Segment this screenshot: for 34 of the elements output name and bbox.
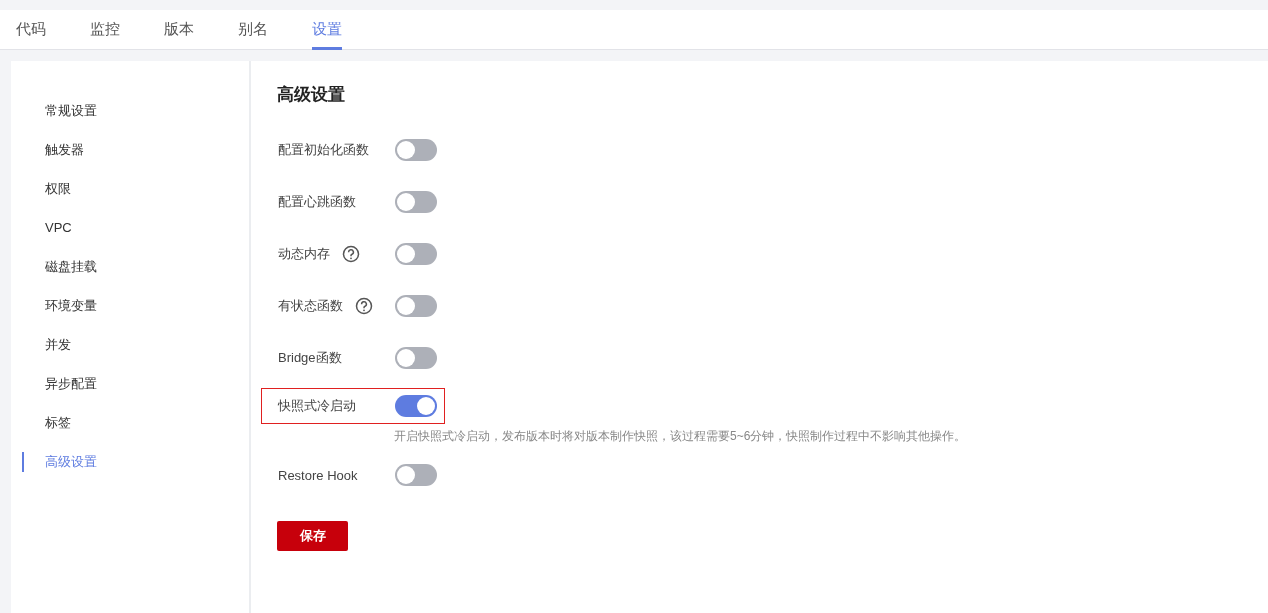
setting-description: 开启快照式冷启动，发布版本时将对版本制作快照，该过程需要5~6分钟，快照制作过程中不影响其他操作。 [394, 428, 967, 445]
setting-label: 有状态函数 [278, 297, 343, 315]
sidebar-item[interactable]: 权限 [22, 169, 71, 208]
tab[interactable]: 代码 [16, 10, 46, 50]
tab[interactable]: 版本 [164, 10, 194, 50]
sidebar-item[interactable]: 触发器 [22, 130, 84, 169]
toggle-switch[interactable] [395, 464, 437, 486]
sidebar-item[interactable]: VPC [22, 208, 72, 247]
sidebar-item[interactable]: 并发 [22, 325, 71, 364]
section-title: 高级设置 [277, 84, 346, 106]
sidebar-item[interactable]: 高级设置 [22, 452, 97, 472]
sidebar-item[interactable]: 环境变量 [22, 286, 97, 325]
setting-label: Restore Hook [278, 467, 358, 483]
toggle-switch[interactable] [395, 395, 437, 417]
setting-label: 快照式冷启动 [278, 397, 356, 415]
help-icon[interactable] [342, 245, 360, 263]
toggle-switch[interactable] [395, 191, 437, 213]
tab[interactable]: 别名 [238, 10, 268, 50]
help-icon[interactable] [355, 297, 373, 315]
tab[interactable]: 设置 [312, 10, 342, 50]
sidebar-item[interactable]: 异步配置 [22, 364, 97, 403]
setting-label: 配置初始化函数 [278, 141, 369, 159]
tab[interactable]: 监控 [90, 10, 120, 50]
sidebar-item[interactable]: 磁盘挂载 [22, 247, 97, 286]
setting-label: 配置心跳函数 [278, 193, 356, 211]
sidebar-item[interactable]: 标签 [22, 403, 71, 442]
save-button[interactable]: 保存 [277, 521, 348, 551]
setting-label: Bridge函数 [278, 349, 342, 367]
toggle-switch[interactable] [395, 347, 437, 369]
sidebar-item[interactable]: 常规设置 [22, 91, 97, 130]
toggle-switch[interactable] [395, 243, 437, 265]
toggle-switch[interactable] [395, 295, 437, 317]
setting-label: 动态内存 [278, 245, 330, 263]
toggle-switch[interactable] [395, 139, 437, 161]
